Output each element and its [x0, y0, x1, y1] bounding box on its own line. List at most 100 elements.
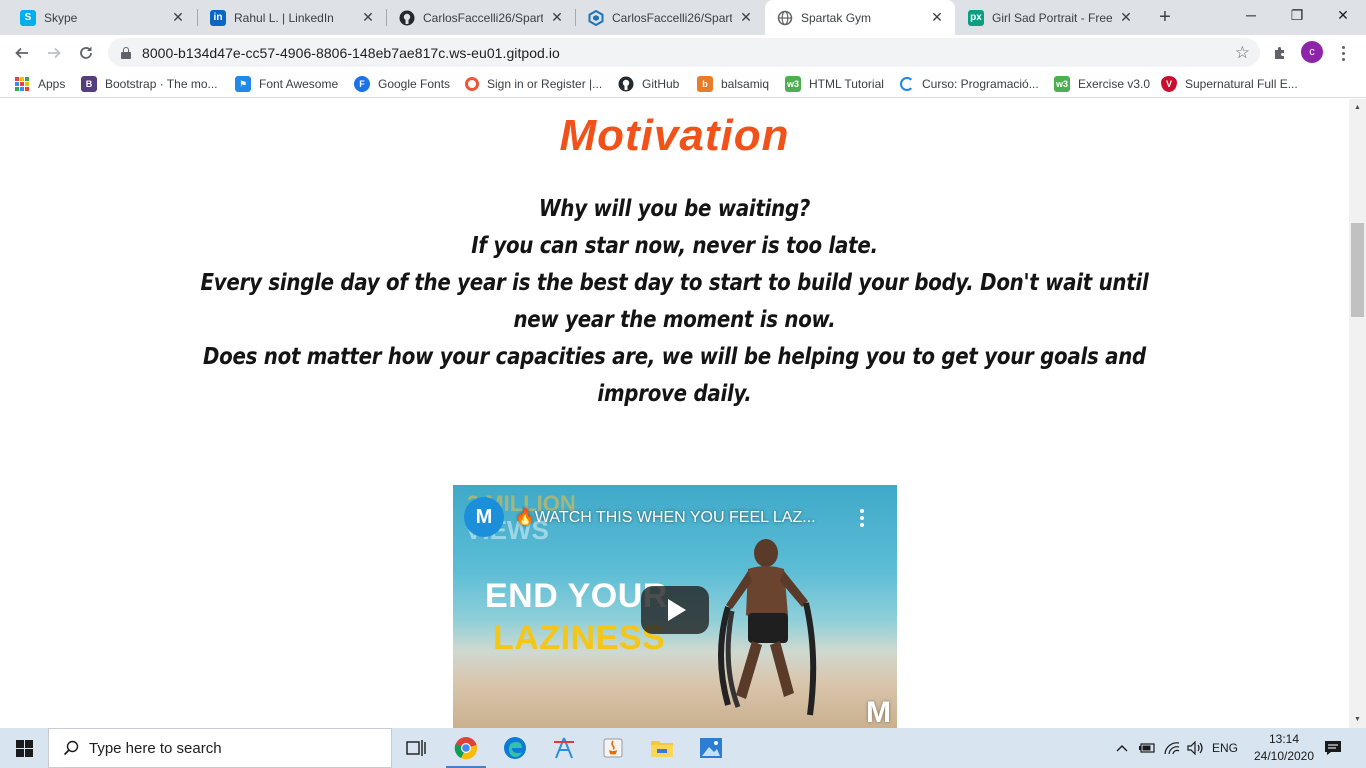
tab-spartak-gym[interactable]: Spartak Gym ✕ [765, 0, 955, 35]
taskbar-file-explorer[interactable] [638, 728, 686, 768]
clock-time: 13:14 [1268, 732, 1300, 746]
page-heading: Motivation [559, 111, 790, 160]
show-hidden-icons-icon[interactable] [1112, 728, 1132, 768]
bookmark-label: Exercise v3.0 [1078, 77, 1151, 91]
tab-pexels[interactable]: px Girl Sad Portrait - Free p ✕ [956, 0, 1144, 35]
apps-grid-icon [15, 77, 29, 91]
tab-github-repo[interactable]: CarlosFaccelli26/Spartak ✕ [387, 0, 575, 35]
play-icon [668, 599, 686, 621]
bookmark-star-icon[interactable]: ☆ [1235, 43, 1250, 63]
clock-date: 24/10/2020 [1253, 749, 1315, 763]
scrollbar-thumb[interactable] [1351, 223, 1364, 317]
address-bar[interactable]: 8000-b134d47e-cc57-4906-8806-148eb7ae817… [108, 38, 1260, 67]
back-arrow-icon [15, 47, 28, 59]
balsamiq-icon: b [697, 76, 713, 92]
scroll-up-icon[interactable]: ▲ [1349, 99, 1366, 116]
reload-button[interactable] [72, 39, 100, 67]
play-button[interactable] [641, 586, 709, 634]
bookmark-apps[interactable]: Apps [15, 75, 65, 93]
scroll-down-icon[interactable]: ▼ [1349, 711, 1366, 728]
lock-icon[interactable] [121, 46, 131, 59]
bookmark-label: Font Awesome [259, 77, 339, 91]
bookmark-curso[interactable]: Curso: Programació... [900, 75, 1039, 93]
tab-gitpod-repo[interactable]: CarlosFaccelli26/Spartak ✕ [576, 0, 764, 35]
close-tab-icon[interactable]: ✕ [738, 9, 754, 26]
forward-button[interactable] [40, 39, 68, 67]
channel-watermark: M [866, 696, 891, 728]
youtube-video-embed[interactable]: 3 MILLION VIEWS M 🔥WATCH THIS WHEN YOU F… [453, 485, 897, 728]
new-tab-button[interactable]: + [1151, 5, 1179, 29]
bookmark-github[interactable]: GitHub [618, 75, 679, 93]
task-view-button[interactable] [392, 728, 440, 768]
close-tab-icon[interactable]: ✕ [929, 9, 945, 26]
bookmark-bootstrap[interactable]: B Bootstrap · The mo... [81, 75, 218, 93]
url-text[interactable]: 8000-b134d47e-cc57-4906-8806-148eb7ae817… [142, 45, 560, 61]
tab-title: CarlosFaccelli26/Spartak [612, 10, 732, 25]
taskbar-search[interactable] [48, 728, 392, 768]
chrome-icon [454, 737, 477, 760]
bookmark-font-awesome[interactable]: ⚑ Font Awesome [235, 75, 338, 93]
motivation-line: If you can star now, never is too late. [471, 233, 878, 259]
tab-linkedin[interactable]: in Rahul L. | LinkedIn ✕ [198, 0, 386, 35]
extensions-puzzle-icon[interactable] [1270, 43, 1290, 63]
video-title[interactable]: 🔥WATCH THIS WHEN YOU FEEL LAZ... [515, 507, 816, 527]
photos-icon [700, 738, 722, 758]
taskbar-edge[interactable] [491, 728, 539, 768]
video-more-icon[interactable] [859, 509, 865, 527]
page-viewport: Motivation Why will you be waiting? If y… [0, 99, 1349, 728]
profile-avatar[interactable]: c [1301, 41, 1323, 63]
bookmark-balsamiq[interactable]: b balsamiq [697, 75, 769, 93]
forward-arrow-icon [48, 47, 61, 59]
taskbar-app-tools[interactable] [540, 728, 588, 768]
taskbar-search-input[interactable] [89, 739, 369, 757]
w3schools-icon: w3 [785, 76, 801, 92]
browser-toolbar: 8000-b134d47e-cc57-4906-8806-148eb7ae817… [0, 35, 1366, 70]
bookmark-html-tutorial[interactable]: w3 HTML Tutorial [785, 75, 884, 93]
bookmark-label: balsamiq [721, 77, 770, 91]
pexels-icon: px [968, 9, 984, 26]
taskbar-java[interactable] [589, 728, 637, 768]
bookmark-label: GitHub [642, 77, 680, 91]
bookmark-google-fonts[interactable]: F Google Fonts [354, 75, 450, 93]
bookmark-exercise[interactable]: w3 Exercise v3.0 [1054, 75, 1150, 93]
tab-title: Spartak Gym [801, 10, 872, 25]
bookmark-label: Apps [38, 77, 66, 91]
search-icon [63, 740, 79, 756]
bookmark-sign-in[interactable]: Sign in or Register |... [465, 75, 602, 93]
tab-title: Skype [44, 10, 78, 25]
close-tab-icon[interactable]: ✕ [1118, 9, 1134, 26]
tab-strip: S Skype ✕ in Rahul L. | LinkedIn ✕ Carlo… [0, 0, 1366, 35]
restore-button[interactable]: ❐ [1274, 0, 1320, 30]
close-tab-icon[interactable]: ✕ [549, 9, 565, 26]
input-language[interactable]: ENG [1209, 728, 1241, 768]
windows-logo-icon [15, 739, 33, 757]
font-awesome-flag-icon: ⚑ [235, 76, 251, 92]
w3schools-icon: w3 [1054, 76, 1070, 92]
motivation-text: Why will you be waiting? If you can star… [189, 191, 1160, 413]
start-button[interactable] [0, 728, 48, 768]
athlete-figure [718, 539, 817, 716]
channel-avatar[interactable]: M [464, 497, 504, 537]
page-scrollbar[interactable]: ▲ ▼ [1349, 99, 1366, 728]
tab-skype[interactable]: S Skype ✕ [8, 0, 196, 35]
minimize-button[interactable]: ─ [1228, 0, 1274, 30]
battery-icon[interactable] [1136, 728, 1158, 768]
wifi-icon[interactable] [1161, 728, 1183, 768]
action-center-button[interactable] [1316, 728, 1350, 768]
back-button[interactable] [8, 39, 36, 67]
taskbar-chrome[interactable] [442, 728, 490, 768]
builder-tool-icon [554, 737, 574, 759]
windows-taskbar: ENG 13:14 24/10/2020 [0, 728, 1366, 768]
bookmark-supernatural[interactable]: V Supernatural Full E... [1161, 75, 1298, 93]
close-tab-icon[interactable]: ✕ [170, 9, 186, 26]
edge-icon [504, 737, 526, 759]
browser-menu-icon[interactable] [1333, 43, 1353, 63]
close-tab-icon[interactable]: ✕ [360, 9, 376, 26]
system-clock[interactable]: 13:14 24/10/2020 [1252, 731, 1316, 765]
taskbar-photos[interactable] [687, 728, 735, 768]
task-view-icon [406, 740, 426, 756]
course-icon [900, 77, 914, 91]
close-window-button[interactable]: ✕ [1320, 0, 1366, 30]
volume-icon[interactable] [1185, 728, 1207, 768]
java-icon [603, 738, 623, 758]
